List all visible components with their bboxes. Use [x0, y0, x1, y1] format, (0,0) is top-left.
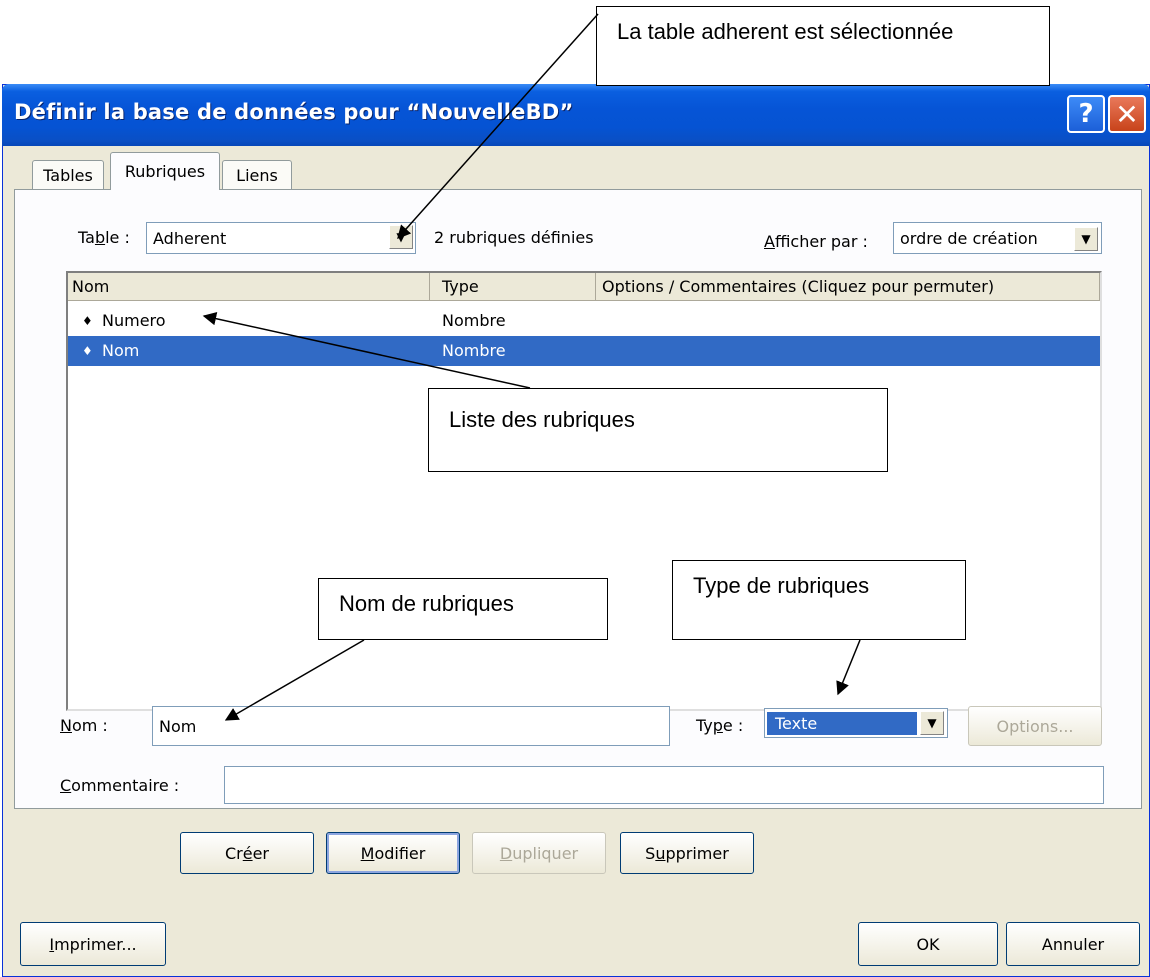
- callout-field-type: Type de rubriques: [672, 560, 966, 640]
- column-header-options[interactable]: Options / Commentaires (Cliquez pour per…: [596, 273, 1100, 301]
- column-header-type[interactable]: Type: [430, 273, 596, 301]
- table-select[interactable]: Adherent: [146, 222, 416, 254]
- print-button[interactable]: Imprimer...: [20, 922, 166, 966]
- sort-select-value: ordre de création: [900, 228, 1038, 248]
- column-header-nom[interactable]: Nom: [68, 273, 430, 301]
- callout-field-list: Liste des rubriques: [428, 388, 888, 472]
- field-count: 2 rubriques définies: [434, 228, 594, 247]
- duplicate-button[interactable]: Dupliquer: [472, 832, 606, 874]
- window-title: Définir la base de données pour “Nouvell…: [14, 100, 574, 124]
- sort-label: Afficher par :: [764, 232, 868, 251]
- chevron-down-icon[interactable]: ▼: [1074, 227, 1098, 251]
- tab-liens[interactable]: Liens: [222, 160, 292, 190]
- chevron-down-icon[interactable]: ▼: [389, 225, 413, 249]
- field-bullet-icon: ♦: [82, 314, 93, 328]
- row-name: Nom: [102, 341, 140, 360]
- tab-tables[interactable]: Tables: [32, 160, 104, 190]
- table-label: Table :: [78, 228, 130, 247]
- chevron-down-icon[interactable]: ▼: [920, 711, 944, 735]
- type-select-value: Texte: [767, 711, 917, 735]
- name-field[interactable]: Nom: [152, 706, 670, 746]
- type-label: Type :: [696, 716, 744, 735]
- name-label: Nom :: [60, 716, 108, 735]
- delete-button[interactable]: Su pprimer: [620, 832, 754, 874]
- comment-field[interactable]: [224, 766, 1104, 804]
- ok-button[interactable]: OK: [858, 922, 998, 966]
- help-icon[interactable]: ?: [1067, 95, 1105, 133]
- close-icon[interactable]: ✕: [1108, 95, 1146, 133]
- modify-button[interactable]: Modifier: [326, 832, 460, 874]
- row-type: Nombre: [442, 341, 506, 360]
- table-select-value: Adherent: [153, 228, 227, 248]
- table-row[interactable]: ♦ Nom Nombre: [68, 336, 1100, 366]
- table-row[interactable]: ♦ Numero Nombre: [68, 306, 1100, 336]
- row-name: Numero: [102, 311, 166, 330]
- callout-table-selected: La table adherent est sélectionnée: [596, 6, 1050, 86]
- comment-label: Commentaire :: [60, 776, 180, 795]
- callout-field-name: Nom de rubriques: [318, 578, 608, 640]
- sort-select[interactable]: ordre de création: [893, 222, 1102, 254]
- row-type: Nombre: [442, 311, 506, 330]
- cancel-button[interactable]: Annuler: [1006, 922, 1140, 966]
- options-button[interactable]: Options...: [968, 706, 1102, 746]
- tab-rubriques[interactable]: Rubriques: [110, 152, 220, 190]
- create-button[interactable]: Cr é er: [180, 832, 314, 874]
- field-bullet-icon: ♦: [82, 344, 93, 358]
